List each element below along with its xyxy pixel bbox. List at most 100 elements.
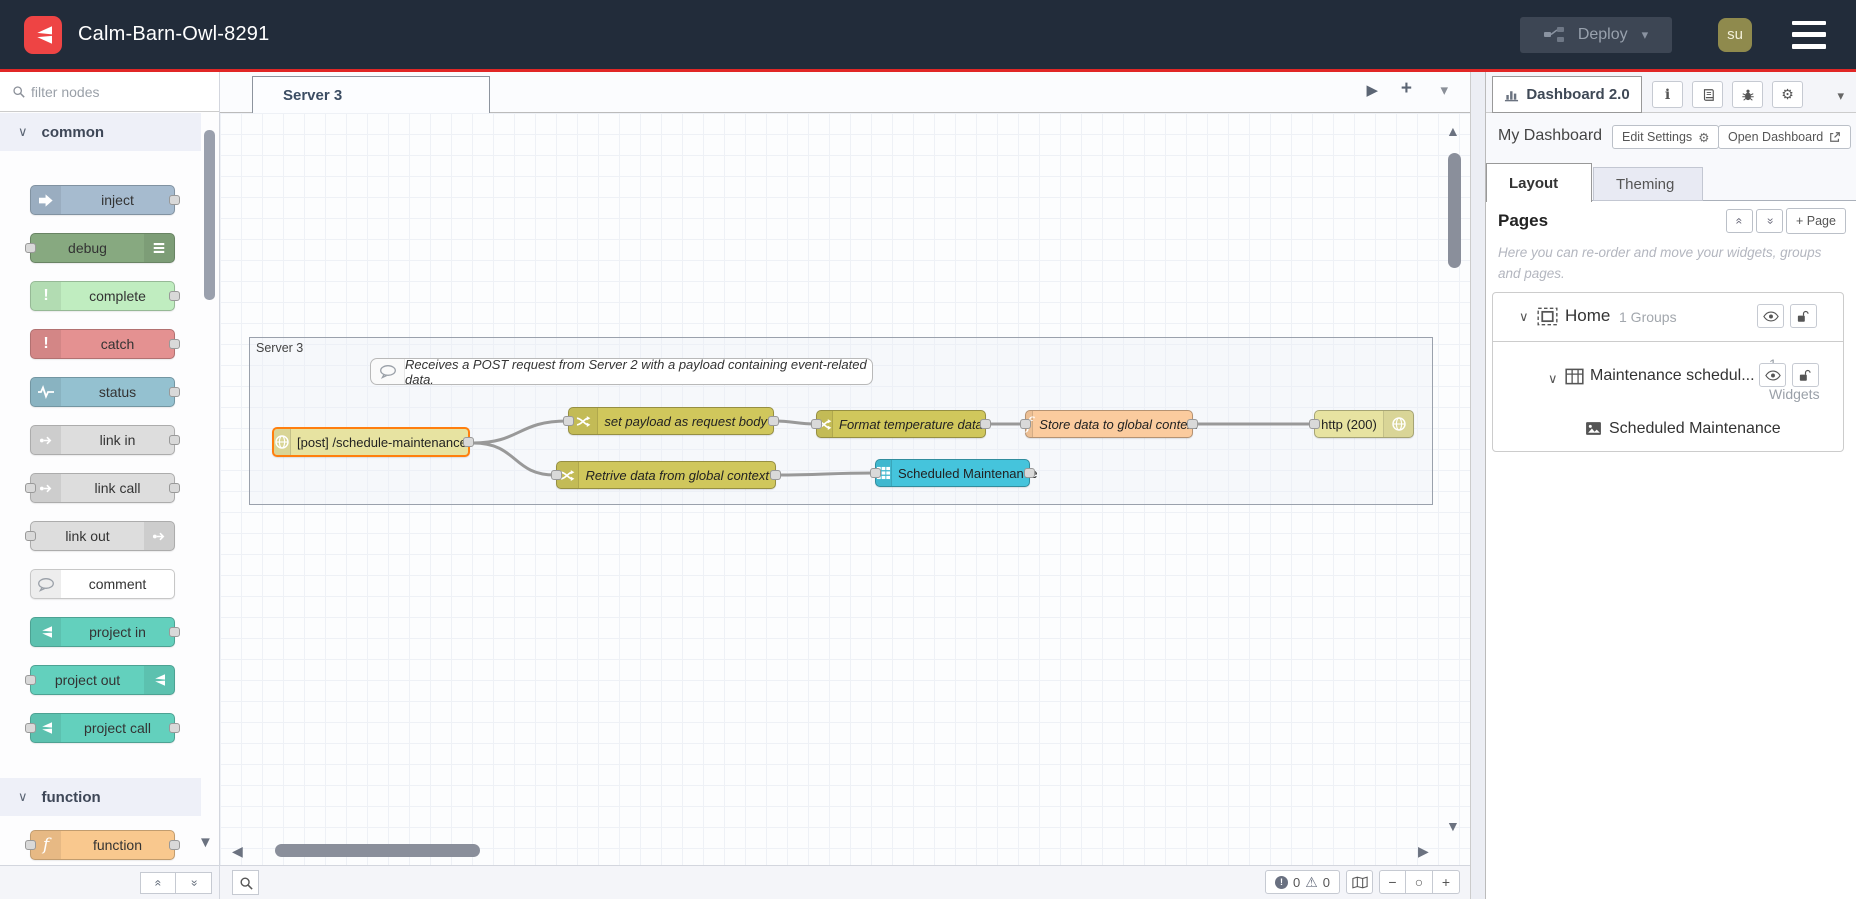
output-port[interactable] — [169, 840, 180, 850]
input-port[interactable] — [25, 723, 36, 733]
visibility-button[interactable] — [1759, 363, 1786, 387]
tree-row-home-page[interactable]: ∨ Home 1 Groups — [1493, 293, 1843, 342]
palette-section-common[interactable]: ∨ common — [0, 113, 201, 151]
info-tab-button[interactable]: i — [1652, 81, 1683, 108]
flow-node-change-set-payload[interactable]: set payload as request body — [563, 407, 779, 435]
navigator-toggle-button[interactable] — [1346, 870, 1373, 894]
deploy-options-caret-icon[interactable]: ▾ — [1642, 27, 1649, 43]
flow-canvas[interactable]: Server 3 Receives a POST request from Se… — [220, 113, 1470, 865]
palette-node-catch[interactable]: ! catch — [30, 329, 180, 359]
input-port[interactable] — [563, 416, 574, 426]
palette-node-project-in[interactable]: project in — [30, 617, 180, 647]
help-tab-button[interactable] — [1692, 81, 1723, 108]
flow-node-change-retrieve[interactable]: Retrive data from global context — [551, 461, 781, 489]
palette-node-project-out[interactable]: project out — [25, 665, 175, 695]
input-port[interactable] — [25, 531, 36, 541]
output-port[interactable] — [169, 723, 180, 733]
palette-node-function[interactable]: f function — [25, 830, 180, 860]
add-page-button[interactable]: + Page — [1786, 208, 1846, 234]
lock-button[interactable] — [1790, 304, 1817, 328]
palette-node-debug[interactable]: debug — [25, 233, 175, 263]
vscroll-down-icon[interactable]: ▼ — [1446, 818, 1460, 834]
palette-scroll-down-icon[interactable]: ▼ — [198, 834, 213, 851]
config-tab-button[interactable]: ⚙ — [1772, 81, 1803, 108]
palette-node-project-call[interactable]: project call — [25, 713, 180, 743]
palette-node-complete[interactable]: ! complete — [30, 281, 180, 311]
output-port[interactable] — [169, 339, 180, 349]
move-page-up-button[interactable]: « — [1726, 209, 1753, 233]
input-port[interactable] — [1309, 419, 1320, 429]
output-port[interactable] — [1187, 419, 1198, 429]
palette-node-status[interactable]: status — [30, 377, 180, 407]
input-port[interactable] — [1020, 419, 1031, 429]
group-label: Server 3 — [256, 341, 304, 355]
palette-section-function[interactable]: ∨ function — [0, 778, 201, 816]
output-port[interactable] — [768, 416, 779, 426]
sidebar-tabs-caret-icon[interactable]: ▾ — [1837, 88, 1844, 104]
flow-tab-server-3[interactable]: Server 3 — [252, 76, 490, 113]
zoom-out-button[interactable]: − — [1379, 870, 1406, 894]
chevron-down-icon[interactable]: ∨ — [1519, 309, 1529, 325]
flow-node-change-format[interactable]: Format temperature data. — [811, 410, 991, 438]
flow-node-http-response[interactable]: http (200) — [1309, 410, 1414, 438]
vscroll-up-icon[interactable]: ▲ — [1446, 123, 1460, 139]
sidebar-splitter[interactable] — [1470, 72, 1486, 899]
palette-node-link-call[interactable]: link call — [25, 473, 180, 503]
input-port[interactable] — [870, 468, 881, 478]
input-port[interactable] — [811, 419, 822, 429]
main-menu-icon[interactable] — [1792, 20, 1830, 49]
visibility-button[interactable] — [1757, 304, 1784, 328]
move-page-down-button[interactable]: « — [1756, 209, 1783, 233]
palette-node-link-in[interactable]: link in — [30, 425, 180, 455]
zoom-reset-button[interactable]: ○ — [1406, 870, 1433, 894]
add-flow-button[interactable]: + — [1401, 78, 1412, 100]
output-port[interactable] — [169, 291, 180, 301]
flow-node-function-store[interactable]: f Store data to global context — [1020, 410, 1198, 438]
tab-scroll-right-icon[interactable]: ▶ — [1366, 81, 1378, 99]
flow-comment-node[interactable]: Receives a POST request from Server 2 wi… — [370, 357, 873, 387]
tab-theming[interactable]: Theming — [1593, 167, 1703, 201]
palette-scrollbar[interactable] — [204, 130, 215, 300]
vertical-scrollbar[interactable] — [1448, 153, 1461, 268]
tab-layout[interactable]: Layout — [1486, 163, 1592, 202]
output-port[interactable] — [1024, 468, 1035, 478]
sidebar: Dashboard 2.0 i ⚙ ▾ My Dashboard Edit Se… — [1486, 72, 1856, 899]
input-port[interactable] — [25, 675, 36, 685]
flow-list-caret-icon[interactable]: ▾ — [1440, 81, 1448, 99]
info-icon: i — [1664, 86, 1671, 103]
output-port[interactable] — [169, 195, 180, 205]
input-port[interactable] — [551, 470, 562, 480]
sidebar-tab-dashboard[interactable]: Dashboard 2.0 — [1492, 76, 1642, 113]
chevron-down-icon[interactable]: ∨ — [1548, 371, 1558, 387]
input-port[interactable] — [25, 483, 36, 493]
horizontal-scrollbar[interactable] — [275, 844, 480, 857]
lock-button[interactable] — [1792, 363, 1819, 387]
palette-node-inject[interactable]: inject — [30, 185, 180, 215]
canvas-search-button[interactable] — [232, 870, 259, 895]
output-port[interactable] — [169, 435, 180, 445]
collapse-all-button[interactable]: « — [140, 872, 176, 894]
output-port[interactable] — [169, 627, 180, 637]
debug-tab-button[interactable] — [1732, 81, 1763, 108]
hscroll-right-icon[interactable]: ▶ — [1418, 843, 1429, 860]
deploy-button[interactable]: Deploy ▾ — [1520, 16, 1672, 53]
output-port[interactable] — [169, 483, 180, 493]
hscroll-left-icon[interactable]: ◀ — [232, 843, 243, 860]
filter-nodes-input[interactable] — [31, 83, 181, 100]
palette-node-link-out[interactable]: link out — [25, 521, 175, 551]
edit-settings-button[interactable]: Edit Settings ⚙ — [1612, 125, 1720, 149]
output-port[interactable] — [770, 470, 781, 480]
zoom-in-button[interactable]: + — [1433, 870, 1460, 894]
flow-node-ui-table[interactable]: Scheduled Maintenance — [870, 459, 1038, 487]
open-dashboard-button[interactable]: Open Dashboard — [1718, 125, 1852, 149]
input-port[interactable] — [25, 243, 36, 253]
user-avatar[interactable]: su — [1718, 17, 1752, 52]
output-port[interactable] — [980, 419, 991, 429]
output-port[interactable] — [169, 387, 180, 397]
input-port[interactable] — [25, 840, 36, 850]
expand-all-button[interactable]: « — [176, 872, 212, 894]
palette-node-comment[interactable]: comment — [30, 569, 175, 599]
notifications-badge[interactable]: ! 0 ⚠ 0 — [1264, 870, 1340, 894]
flow-node-http-in[interactable]: [post] /schedule-maintenance — [272, 427, 474, 457]
output-port[interactable] — [463, 437, 474, 447]
